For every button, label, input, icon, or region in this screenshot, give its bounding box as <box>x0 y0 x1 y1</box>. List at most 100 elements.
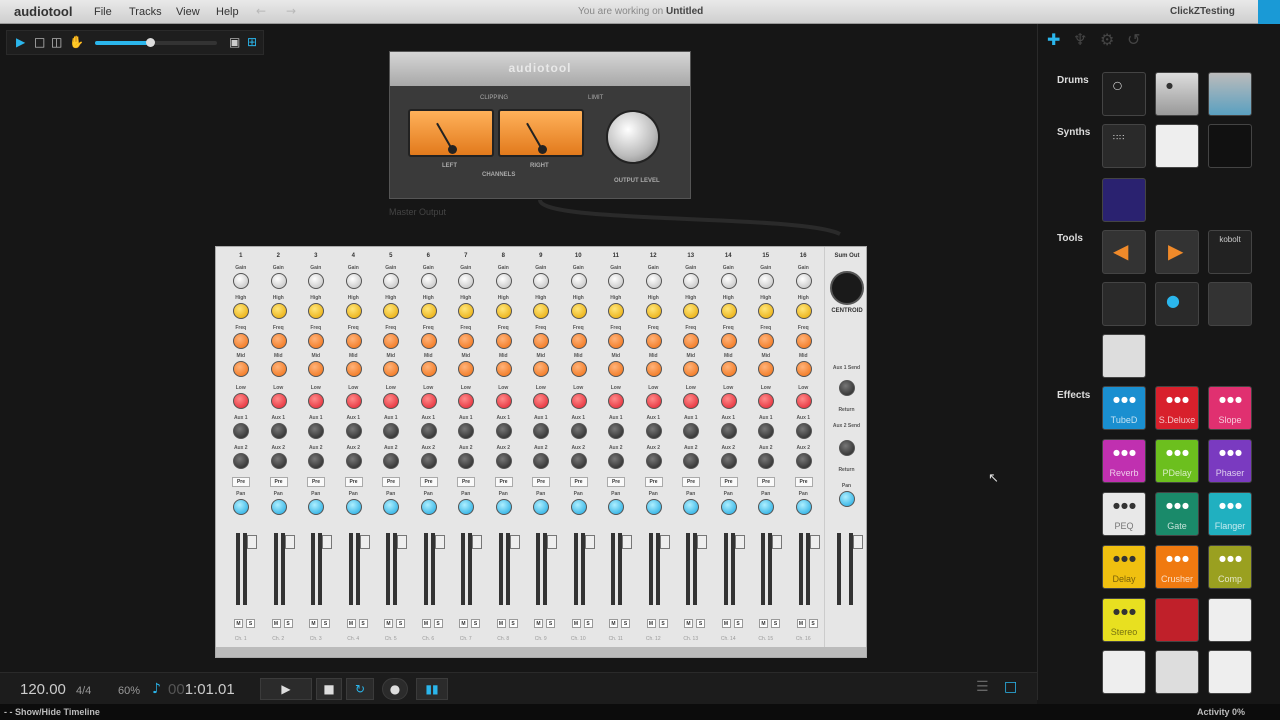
loop-button[interactable]: ↻ <box>346 678 374 700</box>
mute-button[interactable]: M <box>384 619 393 628</box>
mixer-device[interactable]: 1 Gain High Freq Mid Low Aux 1 Aux 2 Pre Pan M S Ch.… <box>215 246 867 658</box>
channel-knob[interactable] <box>533 361 549 377</box>
menu-file[interactable]: File <box>94 6 112 18</box>
solo-button[interactable]: S <box>621 619 630 628</box>
add-icon[interactable]: ✚ <box>1047 30 1060 49</box>
device-extra-1[interactable] <box>1102 650 1146 694</box>
channel-knob[interactable] <box>645 361 662 377</box>
device-tool-5[interactable]: ● <box>1155 282 1199 326</box>
channel-knob[interactable] <box>233 393 249 409</box>
play-button[interactable]: ▶ <box>260 678 312 700</box>
fader-handle[interactable] <box>772 535 782 549</box>
mute-button[interactable]: M <box>271 619 281 628</box>
pan-knob[interactable] <box>570 499 587 515</box>
stop-button[interactable]: ■ <box>316 678 342 700</box>
channel-knob[interactable] <box>533 273 549 289</box>
pan-knob[interactable] <box>608 499 624 515</box>
pre-button[interactable]: Pre <box>719 477 738 487</box>
channel-knob[interactable] <box>570 423 587 439</box>
fader-handle[interactable] <box>697 535 707 549</box>
channel-knob[interactable] <box>720 453 737 469</box>
channel-knob[interactable] <box>495 423 512 439</box>
device-effect-comp[interactable]: ●●● Comp <box>1208 545 1252 589</box>
channel-knob[interactable] <box>270 393 287 409</box>
pan-knob[interactable] <box>495 499 512 515</box>
pre-button[interactable]: Pre <box>607 477 625 487</box>
channel-knob[interactable] <box>758 361 774 377</box>
channel-knob[interactable] <box>608 333 624 349</box>
device-effect-pdelay[interactable]: ●●● PDelay <box>1155 439 1199 483</box>
device-effect-crusher[interactable]: ●●● Crusher <box>1155 545 1199 589</box>
channel-knob[interactable] <box>533 333 549 349</box>
channel-knob[interactable] <box>720 361 737 377</box>
channel-knob[interactable] <box>495 361 512 377</box>
channel-knob[interactable] <box>233 273 249 289</box>
fader-handle[interactable] <box>434 535 445 549</box>
mute-button[interactable]: M <box>496 619 506 628</box>
pan-knob[interactable] <box>795 499 812 515</box>
marquee-icon[interactable]: □ <box>34 35 45 49</box>
pre-button[interactable]: Pre <box>307 477 325 487</box>
device-effect-red[interactable] <box>1155 598 1199 642</box>
solo-button[interactable]: S <box>771 619 780 628</box>
pan-knob[interactable] <box>270 499 287 515</box>
channel-knob[interactable] <box>308 423 324 439</box>
channel-knob[interactable] <box>383 423 399 439</box>
pre-button[interactable]: Pre <box>532 477 550 487</box>
device-effect-tubed[interactable]: ●●● TubeD <box>1102 386 1146 430</box>
fader-handle[interactable] <box>284 535 295 549</box>
channel-knob[interactable] <box>570 333 587 349</box>
channel-knob[interactable] <box>233 423 249 439</box>
sum-fader-handle[interactable] <box>853 535 863 549</box>
pan-knob[interactable] <box>420 499 437 515</box>
channel-knob[interactable] <box>645 273 662 289</box>
channel-knob[interactable] <box>720 303 737 319</box>
pre-button[interactable]: Pre <box>757 477 775 487</box>
channel-knob[interactable] <box>720 423 737 439</box>
solo-button[interactable]: S <box>283 619 293 628</box>
channel-knob[interactable] <box>308 273 324 289</box>
mute-button[interactable]: M <box>759 619 768 628</box>
mute-button[interactable]: M <box>796 619 806 628</box>
channel-knob[interactable] <box>795 393 812 409</box>
channel-knob[interactable] <box>233 333 249 349</box>
channel-knob[interactable] <box>570 453 587 469</box>
channel-knob[interactable] <box>345 303 362 319</box>
pre-button[interactable]: Pre <box>682 477 700 487</box>
swing-display[interactable]: 60% <box>118 685 140 697</box>
device-extra-3[interactable] <box>1208 650 1252 694</box>
channel-knob[interactable] <box>495 303 512 319</box>
channel-knob[interactable] <box>683 423 699 439</box>
fader-handle[interactable] <box>247 535 257 549</box>
solo-button[interactable]: S <box>508 619 518 628</box>
channel-knob[interactable] <box>608 393 624 409</box>
channel-knob[interactable] <box>758 333 774 349</box>
pre-button[interactable]: Pre <box>494 477 513 487</box>
channel-knob[interactable] <box>270 361 287 377</box>
fader-handle[interactable] <box>322 535 332 549</box>
pre-button[interactable]: Pre <box>569 477 588 487</box>
channel-knob[interactable] <box>570 393 587 409</box>
pre-button[interactable]: Pre <box>269 477 288 487</box>
channel-knob[interactable] <box>570 303 587 319</box>
pan-knob[interactable] <box>458 499 474 515</box>
channel-knob[interactable] <box>308 393 324 409</box>
channel-knob[interactable] <box>683 333 699 349</box>
master-output-device[interactable]: audiotool CLIPPING LIMIT LEFT RIGHT CHAN… <box>389 51 691 199</box>
pre-button[interactable]: Pre <box>644 477 663 487</box>
channel-knob[interactable] <box>345 453 362 469</box>
channel-knob[interactable] <box>233 303 249 319</box>
device-drum-1[interactable]: ◯ <box>1102 72 1146 116</box>
pre-button[interactable]: Pre <box>457 477 475 487</box>
pre-button[interactable]: Pre <box>382 477 400 487</box>
pan-knob[interactable] <box>720 499 737 515</box>
refresh-icon[interactable]: ↺ <box>1127 30 1140 49</box>
channel-knob[interactable] <box>308 361 324 377</box>
mute-button[interactable]: M <box>721 619 731 628</box>
device-effect-stereo[interactable]: ●●● Stereo <box>1102 598 1146 642</box>
solo-button[interactable]: S <box>321 619 330 628</box>
channel-knob[interactable] <box>420 303 437 319</box>
pan-knob[interactable] <box>233 499 249 515</box>
device-drum-2[interactable]: ● <box>1155 72 1199 116</box>
mute-button[interactable]: M <box>421 619 431 628</box>
